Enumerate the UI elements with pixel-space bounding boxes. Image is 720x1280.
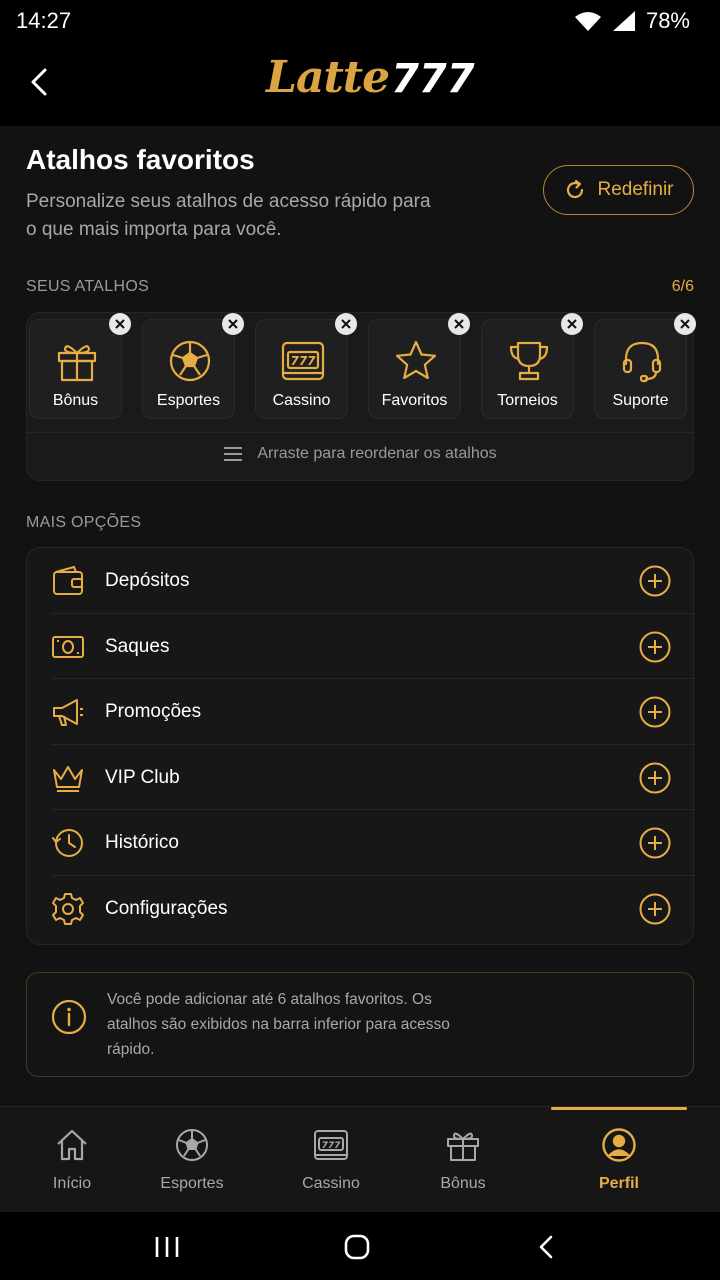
gear-icon (52, 892, 84, 925)
status-bar: 14:27 78% (0, 0, 720, 40)
shortcuts-section-label: SEUS ATALHOS (26, 278, 150, 295)
shortcut-label: Cassino (272, 392, 331, 409)
option-label: Saques (105, 635, 170, 657)
soccer-ball-icon (169, 340, 211, 382)
chevron-left-icon[interactable] (20, 62, 60, 102)
battery-level: 78% (645, 8, 690, 33)
shortcut-tile-suporte[interactable]: Suporte (594, 313, 696, 419)
app-logo: Latte 777 (266, 52, 475, 112)
add-icon[interactable] (639, 762, 671, 794)
option-depositos[interactable]: Depósitos (27, 548, 695, 614)
nav-bonus[interactable]: Bônus (391, 1107, 535, 1213)
nav-cassino[interactable]: 777 Cassino (259, 1107, 403, 1213)
option-label: VIP Club (105, 766, 180, 788)
shortcut-label: Bônus (52, 392, 99, 409)
shortcuts-count: 6/6 (671, 278, 694, 295)
option-label: Histórico (105, 832, 179, 853)
shortcut-tile-bonus[interactable]: Bônus (29, 313, 131, 419)
option-historico[interactable]: Histórico (27, 810, 695, 876)
crown-icon (53, 765, 83, 792)
shortcut-label: Torneios (497, 392, 558, 409)
close-icon[interactable] (335, 313, 357, 335)
gift-icon (447, 1132, 479, 1161)
reset-button[interactable]: Redefinir (543, 165, 694, 215)
nav-label: Perfil (598, 1175, 639, 1192)
close-icon[interactable] (674, 313, 696, 335)
slot-machine-icon: 777 (281, 341, 325, 381)
signal-icon (612, 11, 635, 31)
nav-label: Cassino (302, 1175, 360, 1192)
logo-number: 777 (391, 56, 475, 102)
shortcut-tile-cassino[interactable]: 777 Cassino (255, 313, 357, 419)
close-icon[interactable] (109, 313, 131, 335)
nav-perfil[interactable]: Perfil (547, 1107, 691, 1213)
info-box: Você pode adicionar até 6 atalhos favori… (26, 972, 694, 1077)
info-icon (51, 999, 87, 1035)
option-label: Configurações (105, 897, 228, 919)
user-circle-icon (602, 1128, 636, 1162)
shortcut-tile-torneios[interactable]: Torneios (481, 313, 583, 419)
app-header: Latte 777 (0, 40, 720, 126)
clock-history-icon (52, 829, 83, 857)
page-title: Atalhos favoritos (26, 144, 255, 175)
option-label: Promoções (105, 701, 202, 722)
home-icon (57, 1129, 87, 1161)
refresh-icon (567, 179, 584, 199)
star-icon (395, 340, 437, 380)
add-icon[interactable] (639, 696, 671, 728)
trophy-icon (509, 341, 549, 381)
shortcut-label: Suporte (612, 392, 669, 409)
add-icon[interactable] (639, 565, 671, 597)
wallet-icon (53, 565, 83, 595)
wifi-icon (574, 12, 601, 31)
back-button-icon[interactable] (532, 1232, 562, 1262)
reorder-hint: Arraste para reordenar os atalhos (27, 445, 693, 463)
option-configuracoes[interactable]: Configurações (27, 876, 695, 942)
status-icons: 78% (574, 8, 690, 34)
nav-label: Esportes (160, 1175, 224, 1192)
shortcut-tile-esportes[interactable]: Esportes (142, 313, 244, 419)
status-time: 14:27 (16, 8, 72, 33)
system-navigation-bar (0, 1212, 720, 1280)
svg-text:777: 777 (290, 354, 316, 368)
logo-script: Latte (266, 52, 390, 103)
svg-text:777: 777 (322, 1141, 342, 1151)
option-vip-club[interactable]: VIP Club (27, 745, 695, 810)
cash-icon (52, 635, 84, 658)
more-options-list: Depósitos Saques Promoções VIP Club Hist… (26, 547, 695, 945)
soccer-ball-icon (176, 1129, 208, 1161)
home-button-icon[interactable] (342, 1232, 372, 1262)
option-label: Depósitos (105, 570, 190, 591)
shortcut-label: Esportes (156, 392, 221, 409)
nav-label: Bônus (440, 1175, 486, 1192)
close-icon[interactable] (561, 313, 583, 335)
option-saques[interactable]: Saques (27, 614, 695, 679)
nav-esportes[interactable]: Esportes (120, 1107, 264, 1213)
add-icon[interactable] (639, 631, 671, 663)
drag-handle-icon (224, 447, 243, 461)
slot-machine-icon: 777 (314, 1130, 348, 1160)
shortcuts-panel: Bônus Esportes 777 Cassino Favoritos Tor… (26, 312, 696, 481)
close-icon[interactable] (222, 313, 244, 335)
active-indicator (551, 1107, 687, 1110)
main-content: Atalhos favoritos Personalize seus atalh… (0, 126, 720, 1106)
recent-apps-icon[interactable] (152, 1232, 182, 1262)
shortcut-tile-favoritos[interactable]: Favoritos (368, 313, 470, 419)
reorder-hint-text: Arraste para reordenar os atalhos (257, 445, 497, 462)
page-subtitle: Personalize seus atalhos de acesso rápid… (26, 191, 431, 240)
megaphone-icon (53, 699, 83, 726)
reset-label: Redefinir (597, 179, 674, 200)
add-icon[interactable] (639, 827, 671, 859)
close-icon[interactable] (448, 313, 470, 335)
bottom-navigation: Início Esportes 777 Cassino Bônus Perfil (0, 1106, 720, 1212)
headset-icon (622, 341, 662, 383)
option-promocoes[interactable]: Promoções (27, 679, 695, 745)
info-text: Você pode adicionar até 6 atalhos favori… (107, 991, 450, 1058)
divider (27, 432, 693, 433)
add-icon[interactable] (639, 893, 671, 925)
more-options-section-label: MAIS OPÇÕES (26, 514, 142, 531)
gift-icon (57, 345, 97, 382)
shortcut-label: Favoritos (381, 392, 448, 409)
